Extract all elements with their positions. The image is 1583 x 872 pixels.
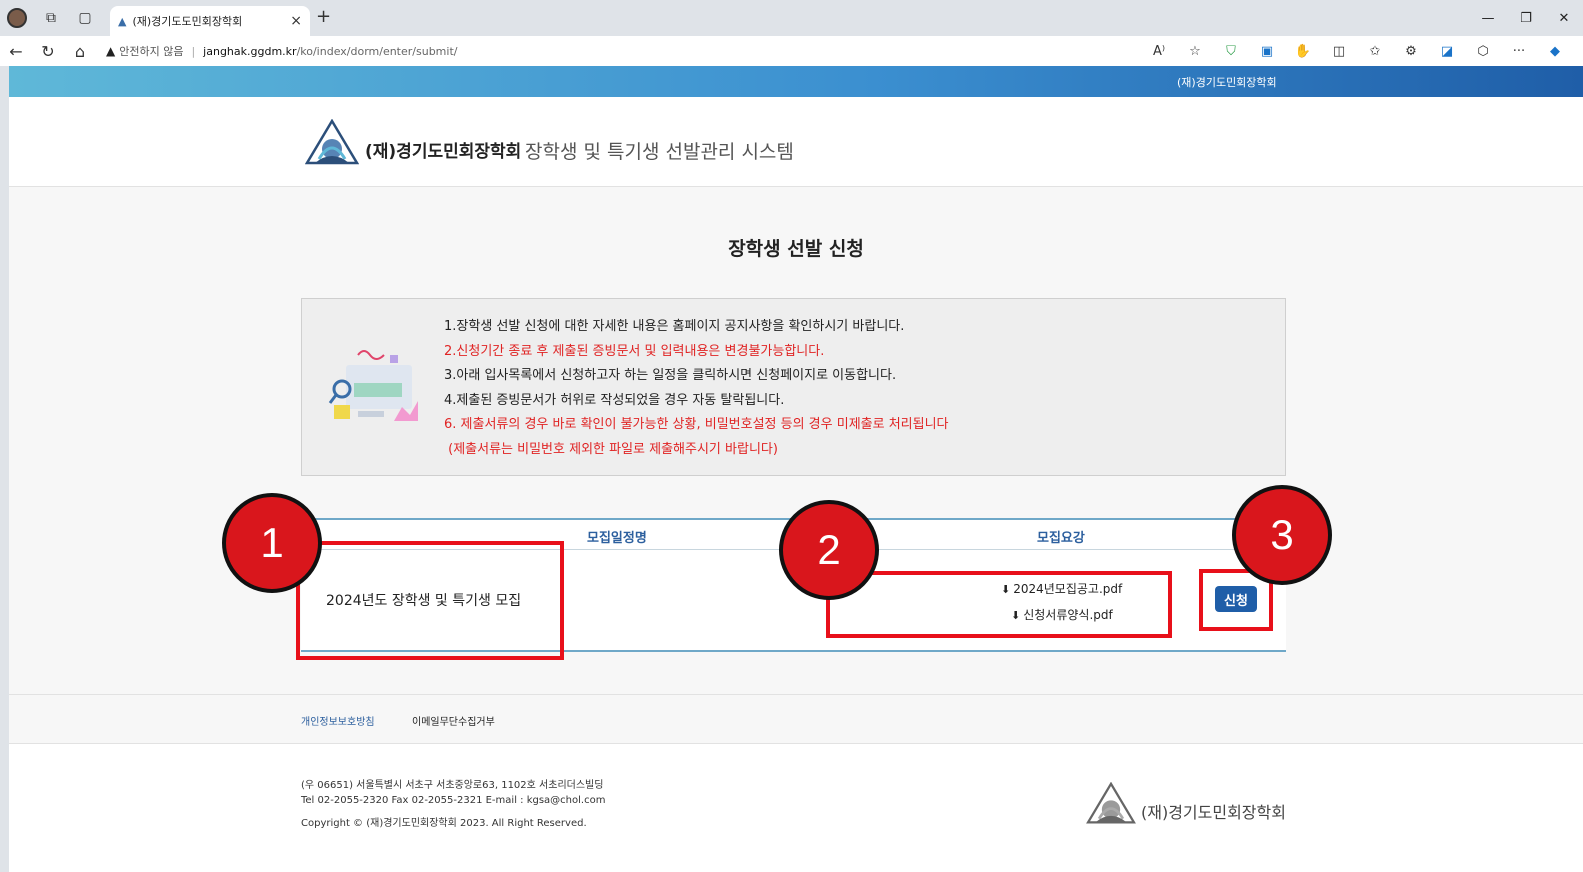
notice-line-2: 2.신청기간 종료 후 제출된 증빙문서 및 입력내용은 변경불가능합니다.: [444, 343, 825, 359]
read-aloud-icon[interactable]: A⁾: [1141, 44, 1177, 59]
home-icon[interactable]: ⌂: [64, 42, 96, 61]
notice-lines: 1.장학생 선발 신청에 대한 자세한 내용은 홈페이지 공지사항을 확인하시기…: [444, 315, 949, 462]
refresh-icon[interactable]: ↻: [32, 42, 64, 61]
notice-line-1: 1.장학생 선발 신청에 대한 자세한 내용은 홈페이지 공지사항을 확인하시기…: [444, 319, 905, 334]
address-bar-row: ← ↻ ⌂ ▲ 안전하지 않음 | janghak.ggdm.kr /ko/in…: [0, 36, 1583, 66]
favorites-icon[interactable]: ✩: [1357, 44, 1393, 59]
avatar-icon: [7, 8, 27, 28]
annotation-badge-2: 2: [779, 500, 879, 600]
top-band: (재)경기도민회장학회: [9, 66, 1583, 97]
col-header-guide: 모집요강: [1037, 531, 1085, 546]
tab-title: (재)경기도도민회장학회: [132, 15, 243, 28]
top-brand-link[interactable]: (재)경기도민회장학회: [1177, 74, 1277, 90]
footer-contact: Tel 02-2055-2320 Fax 02-2055-2321 E-mail…: [301, 795, 606, 806]
footer-copyright: Copyright © (재)경기도민회장학회 2023. All Right …: [301, 818, 587, 829]
document-illustration-icon: [328, 350, 418, 421]
minimize-icon[interactable]: —: [1469, 11, 1507, 26]
url-path: /ko/index/dorm/enter/submit/: [296, 44, 458, 58]
close-tab-icon[interactable]: ×: [290, 13, 302, 29]
notice-line-note: (제출서류는 비밀번호 제외한 파일로 제출해주시기 바랍니다): [444, 441, 778, 457]
window-controls: — ❐ ✕: [1469, 0, 1583, 36]
browser-toolbar: A⁾ ☆ ⛉ ▣ ✋ ◫ ✩ ⚙ ◪ ⬡ ··· ◆: [1141, 36, 1573, 66]
site-header: (재)경기도민회장학회 장학생 및 특기생 선발관리 시스템: [9, 97, 1583, 187]
org-logo-icon[interactable]: [305, 119, 359, 167]
url-separator: |: [191, 44, 196, 58]
profile-avatar[interactable]: [0, 0, 34, 36]
footer-logo-icon: [1086, 782, 1136, 824]
split-screen-icon[interactable]: ◫: [1321, 44, 1357, 59]
highlight-box-files: [826, 571, 1172, 638]
url-field[interactable]: ▲ 안전하지 않음 | janghak.ggdm.kr /ko/index/do…: [106, 43, 457, 59]
workspaces-icon[interactable]: ⧉: [34, 0, 68, 36]
browser-tab[interactable]: ▲ (재)경기도도민회장학회 ×: [110, 6, 310, 36]
highlight-box-name: [296, 541, 564, 660]
privacy-policy-link[interactable]: 개인정보보호방침: [301, 713, 375, 728]
web-page: (재)경기도민회장학회 (재)경기도민회장학회 장학생 및 특기생 선발관리 시…: [9, 66, 1583, 872]
system-name: 장학생 및 특기생 선발관리 시스템: [525, 141, 794, 163]
annotation-badge-1: 1: [222, 493, 322, 593]
annotation-badge-3: 3: [1232, 485, 1332, 585]
close-window-icon[interactable]: ✕: [1545, 11, 1583, 26]
notice-line-4: 4.제출된 증빙문서가 허위로 작성되었을 경우 자동 탈락됩니다.: [444, 392, 785, 408]
extensions-icon[interactable]: ⚙: [1393, 44, 1429, 59]
new-tab-icon[interactable]: +: [316, 6, 331, 27]
favorite-star-icon[interactable]: ☆: [1177, 44, 1213, 59]
restore-icon[interactable]: ❐: [1507, 11, 1545, 26]
notice-line-6: 6. 제출서류의 경우 바로 확인이 불가능한 상황, 비밀번호설정 등의 경우…: [444, 417, 949, 432]
back-icon[interactable]: ←: [0, 42, 32, 61]
page-title: 장학생 선발 신청: [728, 238, 864, 260]
org-name: (재)경기도민회장학회: [365, 142, 522, 162]
email-refuse-link[interactable]: 이메일무단수집거부: [412, 713, 495, 728]
copilot-icon[interactable]: ◆: [1537, 44, 1573, 59]
notice-box: 1.장학생 선발 신청에 대한 자세한 내용은 홈페이지 공지사항을 확인하시기…: [301, 298, 1286, 476]
site-favicon-icon: ▲: [118, 14, 127, 28]
footer-address: (우 06651) 서울특별시 서초구 서초중앙로63, 1102호 서초리더스…: [301, 780, 604, 791]
footer-links: 개인정보보호방침 이메일무단수집거부: [9, 694, 1583, 744]
notice-line-3: 3.아래 입사목록에서 신청하고자 하는 일정을 클릭하시면 신청페이지로 이동…: [444, 368, 897, 383]
footer-org-name: (재)경기도민회장학회: [1141, 803, 1286, 822]
warning-icon: ▲: [106, 44, 116, 58]
site-footer: (우 06651) 서울특별시 서초구 서초중앙로63, 1102호 서초리더스…: [9, 744, 1583, 872]
shield-extension-icon[interactable]: ⛉: [1213, 44, 1249, 59]
tab-actions-icon[interactable]: ▢: [68, 0, 102, 36]
cast-extension-icon[interactable]: ▣: [1249, 44, 1285, 59]
col-header-name: 모집일정명: [587, 531, 647, 546]
collections-icon[interactable]: ◪: [1429, 44, 1465, 59]
url-host: janghak.ggdm.kr: [203, 44, 297, 58]
browser-essentials-icon[interactable]: ⬡: [1465, 44, 1501, 59]
url-warning-text: 안전하지 않음: [119, 45, 184, 58]
more-menu-icon[interactable]: ···: [1501, 44, 1537, 59]
hand-extension-icon[interactable]: ✋: [1285, 44, 1321, 59]
